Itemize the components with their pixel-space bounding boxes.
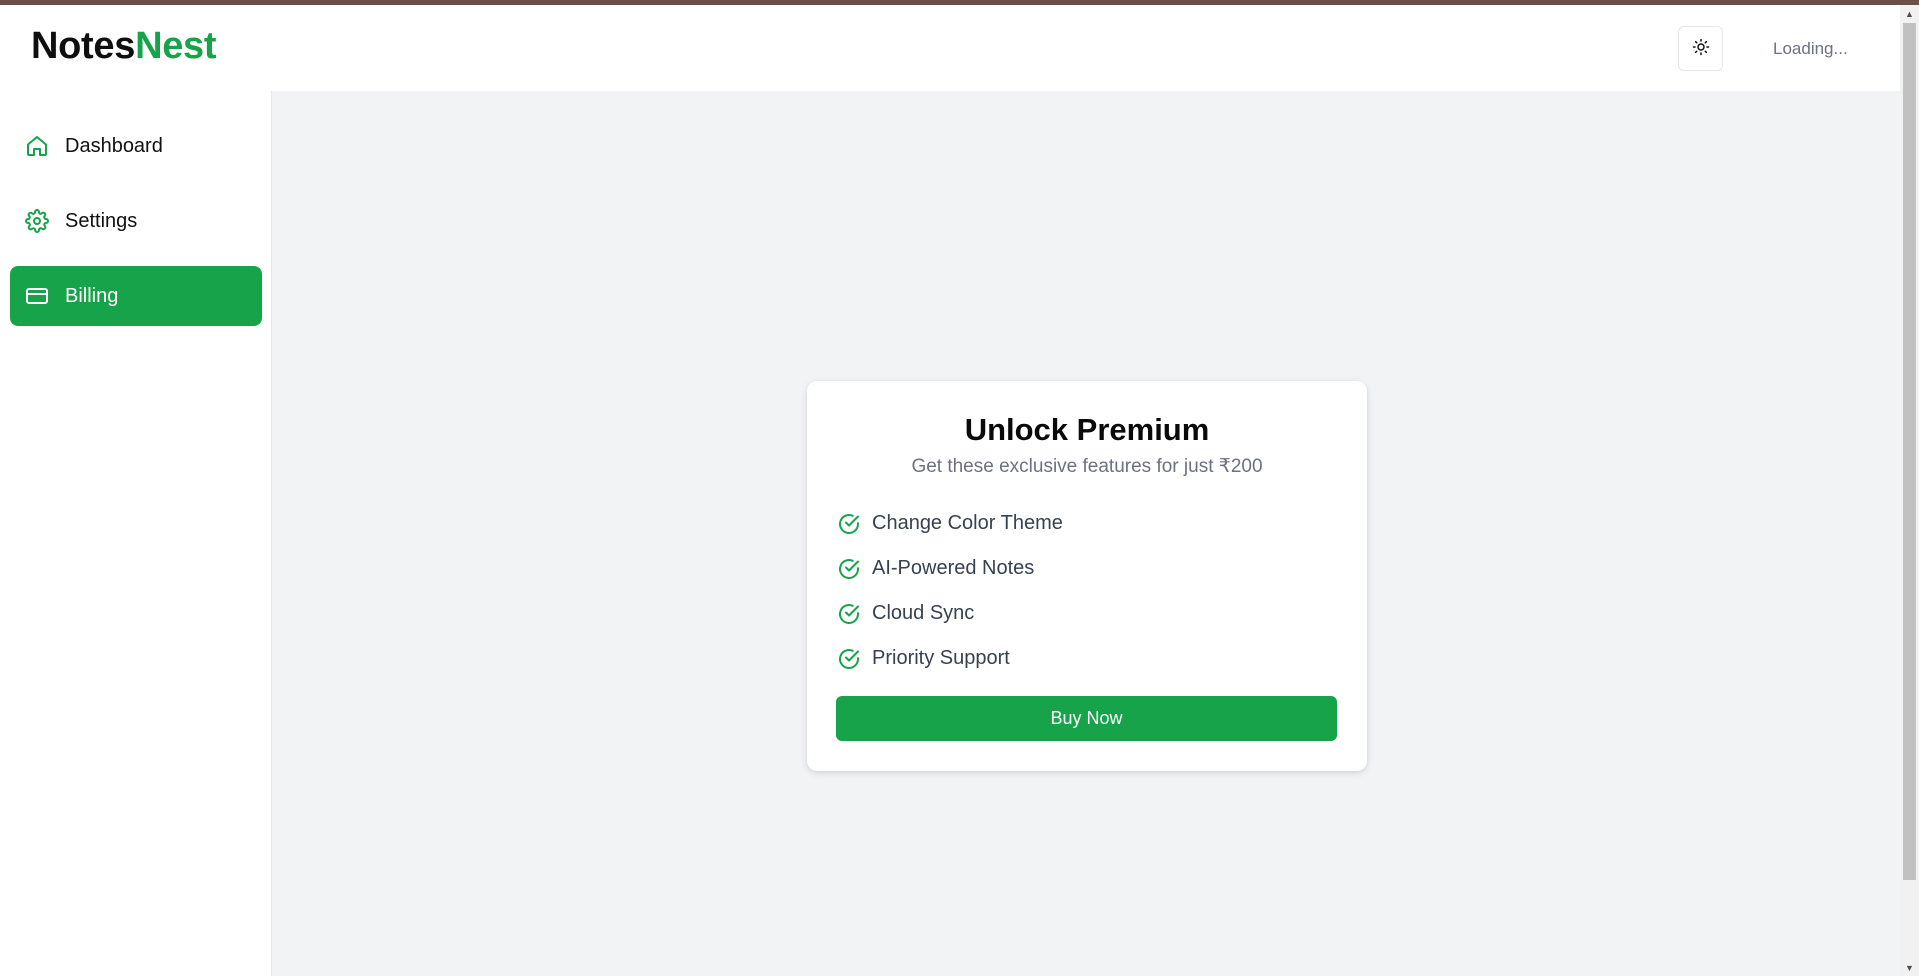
list-item: Cloud Sync	[836, 591, 1336, 636]
logo-text-notes: Notes	[31, 25, 136, 67]
scrollbar-thumb[interactable]	[1903, 23, 1916, 880]
list-item: Change Color Theme	[836, 501, 1336, 546]
home-icon	[25, 134, 49, 158]
feature-label: Priority Support	[872, 647, 1010, 669]
check-circle-icon	[836, 601, 862, 627]
card-subtitle: Get these exclusive features for just ₹2…	[911, 456, 1263, 477]
scroll-down-arrow-icon[interactable]: ▼	[1900, 959, 1919, 976]
sidebar-item-billing[interactable]: Billing	[10, 266, 262, 326]
sidebar-item-label: Billing	[65, 284, 119, 307]
sidebar-item-label: Dashboard	[65, 134, 163, 157]
scroll-up-arrow-icon[interactable]: ▲	[1900, 5, 1919, 22]
gear-icon	[25, 209, 49, 233]
feature-list: Change Color Theme AI-Powered Notes Clou…	[836, 501, 1336, 681]
user-loading-status: Loading...	[1773, 39, 1848, 58]
card-title: Unlock Premium	[964, 412, 1210, 447]
top-header: NotesNest Loading...	[0, 5, 1900, 91]
sun-icon	[1692, 38, 1710, 59]
app-window: NotesNest Loading... Dashboard Settings …	[0, 5, 1900, 976]
sidebar-item-label: Settings	[65, 209, 138, 232]
app-logo[interactable]: NotesNest	[31, 25, 217, 68]
list-item: Priority Support	[836, 636, 1336, 681]
buy-now-button[interactable]: Buy Now	[836, 696, 1337, 741]
sidebar-item-settings[interactable]: Settings	[10, 191, 262, 251]
theme-toggle-button[interactable]	[1678, 26, 1723, 71]
feature-label: AI-Powered Notes	[872, 557, 1035, 579]
check-circle-icon	[836, 646, 862, 672]
vertical-scrollbar[interactable]: ▲ ▼	[1900, 5, 1919, 976]
premium-card: Unlock Premium Get these exclusive featu…	[807, 381, 1367, 771]
feature-label: Cloud Sync	[872, 602, 975, 624]
main-content: Unlock Premium Get these exclusive featu…	[272, 91, 1900, 976]
sidebar: Dashboard Settings Billing	[0, 91, 272, 976]
check-circle-icon	[836, 556, 862, 582]
check-circle-icon	[836, 511, 862, 537]
list-item: AI-Powered Notes	[836, 546, 1336, 591]
credit-card-icon	[25, 284, 49, 308]
logo-text-nest: Nest	[135, 25, 217, 67]
feature-label: Change Color Theme	[872, 512, 1063, 534]
sidebar-item-dashboard[interactable]: Dashboard	[10, 116, 262, 176]
